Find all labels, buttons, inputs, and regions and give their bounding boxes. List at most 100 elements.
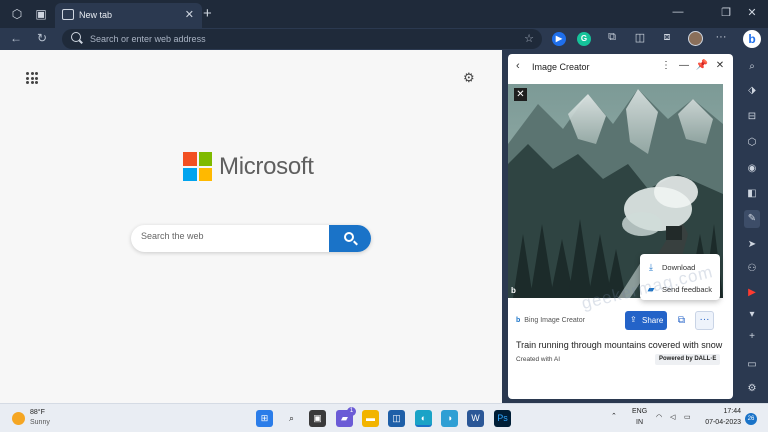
web-search-button[interactable] xyxy=(329,225,371,252)
tab-close-icon[interactable]: ✕ xyxy=(185,8,194,21)
panel-header: ‹ Image Creator ⋮ — 📌 ✕ xyxy=(508,54,733,80)
web-search-input[interactable] xyxy=(141,231,321,241)
sidebar-chevron-down-icon[interactable]: ▾ xyxy=(744,308,760,322)
created-with-ai: Created with AI xyxy=(516,356,561,363)
notification-badge[interactable]: 26 xyxy=(745,413,757,425)
address-bar[interactable]: Search or enter web address ☆ xyxy=(62,29,542,49)
panel-more-icon[interactable]: ⋮ xyxy=(659,60,673,71)
refresh-button[interactable]: ↻ xyxy=(34,31,50,45)
download-label: Download xyxy=(662,263,696,272)
new-tab-button[interactable]: + xyxy=(203,5,212,22)
tab-actions-icon[interactable]: ▣ xyxy=(34,7,48,21)
image-prompt: Train running through mountains covered … xyxy=(516,340,723,350)
extensions-icon[interactable]: ⧉ xyxy=(604,31,620,44)
store-icon[interactable]: ◫ xyxy=(388,410,405,427)
weather-temperature[interactable]: 88°F xyxy=(30,409,45,416)
sidebar-outlook-icon[interactable]: ◧ xyxy=(744,187,760,201)
chat-badge: 1 xyxy=(347,407,356,416)
search-icon xyxy=(344,232,354,242)
more-options-button[interactable]: ··· xyxy=(695,311,714,330)
panel-minimize-icon[interactable]: — xyxy=(677,60,691,71)
windows-taskbar: 88°F Sunny ⊞ ⌕ ▣ ▰ 1 ▬ ◫ ◐ ◑ W Ps ⌃ ENG … xyxy=(0,403,768,432)
close-window-button[interactable]: ✕ xyxy=(742,6,762,19)
app-launcher-icon[interactable] xyxy=(26,72,38,84)
image-options-menu: ⤓ Download ▰ Send feedback xyxy=(640,254,720,300)
sidebar-layout-icon[interactable]: ▭ xyxy=(744,358,760,372)
taskbar-search-icon[interactable]: ⌕ xyxy=(283,410,300,427)
page-settings-gear-icon[interactable]: ⚙ xyxy=(463,70,475,86)
sidebar-youtube-icon[interactable]: ▶ xyxy=(744,286,760,300)
edge-browser-icon[interactable]: ◐ xyxy=(415,410,432,427)
share-icon: ⇪ xyxy=(630,315,637,324)
toolbar: ← ↻ Search or enter web address ☆ ▶ G ⧉ … xyxy=(0,28,768,50)
sidebar-office-icon[interactable]: ◉ xyxy=(744,162,760,176)
menu-item-download[interactable]: ⤓ Download xyxy=(640,256,720,278)
feedback-label: Send feedback xyxy=(662,285,713,294)
weather-condition[interactable]: Sunny xyxy=(30,419,50,426)
share-label: Share xyxy=(642,316,664,325)
extension-grammarly-icon[interactable]: G xyxy=(577,32,591,46)
sidebar-games-icon[interactable]: ⬡ xyxy=(744,136,760,150)
back-button[interactable]: ← xyxy=(8,31,24,45)
sidebar-tools-icon[interactable]: ⊟ xyxy=(744,110,760,124)
new-tab-favicon-icon xyxy=(62,9,74,20)
region-code[interactable]: IN xyxy=(636,419,643,426)
collections-icon[interactable]: ⧈ xyxy=(659,31,675,44)
bing-copilot-button[interactable]: b xyxy=(743,30,761,48)
split-screen-icon[interactable]: ◫ xyxy=(632,31,648,44)
edge-sidebar: ⌕ ⬗ ⊟ ⬡ ◉ ◧ ✎ ➤ ⚇ ▶ ▾ + ▭ ⚙ xyxy=(736,50,768,403)
search-icon xyxy=(71,32,81,42)
weather-sun-icon[interactable] xyxy=(12,412,25,425)
bing-image-creator-brand: b Bing Image Creator xyxy=(516,317,585,324)
tab-new-tab[interactable]: New tab ✕ xyxy=(55,3,202,28)
language-code[interactable]: ENG xyxy=(632,408,647,415)
extension-video-icon[interactable]: ▶ xyxy=(552,32,566,46)
sidebar-shopping-tag-icon[interactable]: ⬗ xyxy=(744,84,760,98)
wifi-icon[interactable]: ◠ xyxy=(656,413,662,421)
battery-icon[interactable]: ▭ xyxy=(684,413,691,421)
panel-title: Image Creator xyxy=(532,62,590,72)
share-button[interactable]: ⇪ Share xyxy=(625,311,667,330)
file-explorer-icon[interactable]: ▬ xyxy=(362,410,379,427)
sidebar-people-icon[interactable]: ⚇ xyxy=(744,262,760,276)
clock-date[interactable]: 07-04-2023 xyxy=(705,419,741,426)
powered-by-dalle-badge: Powered by DALL·E xyxy=(655,354,721,365)
minimize-button[interactable]: — xyxy=(668,6,688,18)
sidebar-settings-gear-icon[interactable]: ⚙ xyxy=(744,382,760,396)
brand-label: Bing Image Creator xyxy=(524,317,585,324)
feedback-icon: ▰ xyxy=(647,284,655,294)
photoshop-icon[interactable]: Ps xyxy=(494,410,511,427)
word-icon[interactable]: W xyxy=(467,410,484,427)
download-icon: ⤓ xyxy=(649,262,653,272)
workspaces-icon[interactable]: ⬡ xyxy=(10,7,24,21)
sidebar-send-icon[interactable]: ➤ xyxy=(744,238,760,252)
volume-icon[interactable]: ◁ xyxy=(670,413,675,421)
panel-pin-icon[interactable]: 📌 xyxy=(695,60,709,71)
tray-chevron-up-icon[interactable]: ⌃ xyxy=(611,412,617,420)
image-close-icon[interactable]: ✕ xyxy=(514,88,527,101)
task-view-icon[interactable]: ▣ xyxy=(309,410,326,427)
tab-title: New tab xyxy=(79,10,113,20)
sidebar-image-creator-icon[interactable]: ✎ xyxy=(744,210,760,228)
bing-logo-icon: b xyxy=(516,317,521,324)
profile-avatar[interactable] xyxy=(688,31,703,46)
favorite-star-icon[interactable]: ☆ xyxy=(524,32,534,45)
bing-mark-icon: b xyxy=(511,286,516,295)
microsoft-logo xyxy=(183,152,212,181)
sidebar-add-icon[interactable]: + xyxy=(744,330,760,344)
panel-back-icon[interactable]: ‹ xyxy=(516,60,520,72)
web-search-box xyxy=(131,225,371,252)
start-windows-icon[interactable]: ⊞ xyxy=(256,410,273,427)
sidebar-search-icon[interactable]: ⌕ xyxy=(744,60,760,74)
collections-add-icon[interactable]: ⧉ xyxy=(672,311,691,330)
new-tab-page: ⚙ Microsoft xyxy=(0,50,502,403)
maximize-button[interactable]: ❐ xyxy=(716,6,736,19)
edge-beta-icon[interactable]: ◑ xyxy=(441,410,458,427)
settings-more-icon[interactable]: ··· xyxy=(713,31,729,43)
panel-close-icon[interactable]: ✕ xyxy=(713,60,727,71)
title-bar: ⬡ ▣ New tab ✕ + — ❐ ✕ xyxy=(0,0,768,28)
image-creator-panel: ‹ Image Creator ⋮ — 📌 ✕ ✕ b ⤓ Download ▰… xyxy=(508,54,733,399)
clock-time[interactable]: 17:44 xyxy=(715,408,741,415)
address-placeholder: Search or enter web address xyxy=(90,34,206,44)
menu-item-send-feedback[interactable]: ▰ Send feedback xyxy=(640,278,720,300)
